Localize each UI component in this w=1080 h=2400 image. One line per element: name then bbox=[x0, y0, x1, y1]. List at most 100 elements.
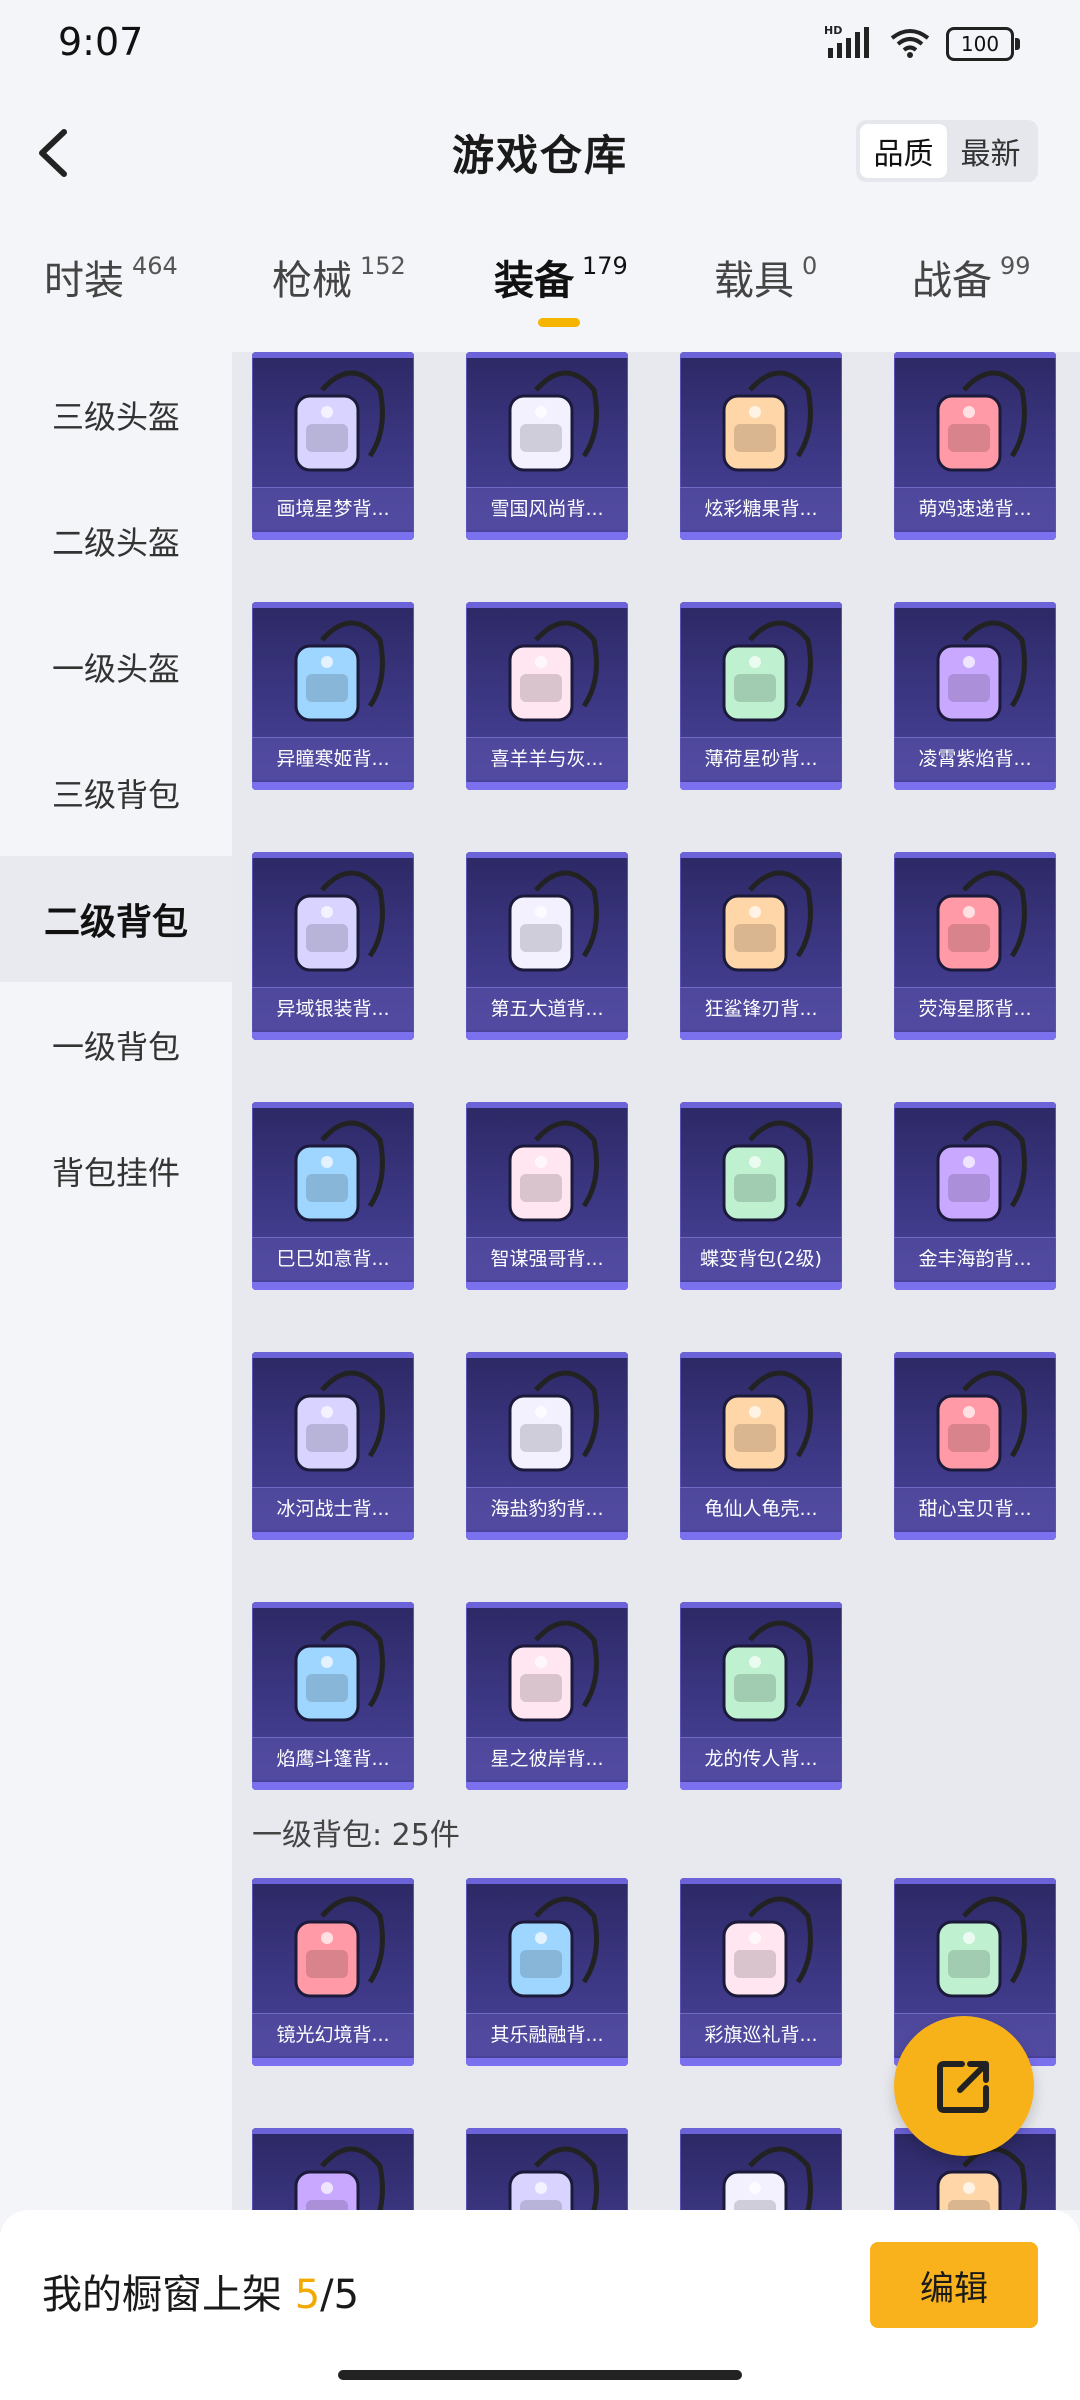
share-button[interactable] bbox=[894, 2016, 1034, 2156]
item-card[interactable]: 巳巳如意背... bbox=[252, 1102, 414, 1290]
item-name: 荧海星豚背... bbox=[894, 987, 1056, 1030]
backpack-icon bbox=[680, 1886, 842, 2014]
tab-battle-gear[interactable]: 战备 99 bbox=[912, 248, 1031, 306]
item-card[interactable]: 海盐豹豹背... bbox=[466, 1352, 628, 1540]
item-card[interactable]: 雪国风尚背... bbox=[466, 352, 628, 540]
item-name: 镜光幻境背... bbox=[252, 2013, 414, 2056]
item-card[interactable]: 其乐融融背... bbox=[466, 1878, 628, 2066]
item-card[interactable]: 镜光幻境背... bbox=[252, 1878, 414, 2066]
tab-count: 99 bbox=[1000, 252, 1031, 280]
backpack-icon bbox=[680, 860, 842, 988]
backpack-icon bbox=[252, 610, 414, 738]
tab-vehicles[interactable]: 载具 0 bbox=[714, 248, 817, 306]
item-card[interactable]: 冰河战士背... bbox=[252, 1352, 414, 1540]
item-name: 异瞳寒姬背... bbox=[252, 737, 414, 780]
item-card[interactable]: 第五大道背... bbox=[466, 852, 628, 1040]
backpack-icon bbox=[252, 1110, 414, 1238]
item-card[interactable]: 薄荷星砂背... bbox=[680, 602, 842, 790]
tab-count: 179 bbox=[582, 252, 628, 280]
item-card[interactable] bbox=[680, 2128, 842, 2210]
item-card[interactable]: 炫彩糖果背... bbox=[680, 352, 842, 540]
item-name: 彩旗巡礼背... bbox=[680, 2013, 842, 2056]
item-name: 凌霄紫焰背... bbox=[894, 737, 1056, 780]
item-card[interactable]: 萌鸡速递背... bbox=[894, 352, 1056, 540]
item-card[interactable]: 蝶变背包(2级) bbox=[680, 1102, 842, 1290]
sidebar-item-backpack-lv2[interactable]: 二级背包 bbox=[0, 856, 232, 982]
item-card[interactable]: 龟仙人龟壳... bbox=[680, 1352, 842, 1540]
item-name: 焰鹰斗篷背... bbox=[252, 1737, 414, 1780]
item-card[interactable]: 甜心宝贝背... bbox=[894, 1352, 1056, 1540]
item-name: 巳巳如意背... bbox=[252, 1237, 414, 1280]
svg-text:HD: HD bbox=[824, 24, 842, 37]
backpack-icon bbox=[252, 1360, 414, 1488]
showcase-current-count: 5 bbox=[294, 2272, 321, 2318]
sidebar-item-backpack-lv1[interactable]: 一级背包 bbox=[0, 982, 232, 1108]
tab-fashion[interactable]: 时装 464 bbox=[44, 248, 178, 306]
sidebar-item-backpack-lv3[interactable]: 三级背包 bbox=[0, 730, 232, 856]
tab-label: 装备 bbox=[494, 258, 574, 304]
item-card[interactable]: 智谋强哥背... bbox=[466, 1102, 628, 1290]
battery-icon: 100 bbox=[946, 27, 1020, 61]
tab-count: 0 bbox=[802, 252, 818, 280]
showcase-total: /5 bbox=[320, 2272, 360, 2318]
active-tab-indicator bbox=[538, 318, 580, 327]
backpack-icon bbox=[680, 2136, 842, 2210]
tab-label: 枪械 bbox=[272, 258, 352, 304]
item-name: 星之彼岸背... bbox=[466, 1737, 628, 1780]
sidebar-item-helmet-lv1[interactable]: 一级头盔 bbox=[0, 604, 232, 730]
backpack-icon bbox=[466, 2136, 628, 2210]
sidebar-item-helmet-lv2[interactable]: 二级头盔 bbox=[0, 478, 232, 604]
backpack-icon bbox=[466, 1110, 628, 1238]
item-card[interactable]: 喜羊羊与灰... bbox=[466, 602, 628, 790]
edit-button[interactable]: 编辑 bbox=[870, 2242, 1038, 2328]
item-card[interactable]: 画境星梦背... bbox=[252, 352, 414, 540]
item-card[interactable] bbox=[252, 2128, 414, 2210]
item-card[interactable]: 彩旗巡礼背... bbox=[680, 1878, 842, 2066]
item-name: 萌鸡速递背... bbox=[894, 487, 1056, 530]
home-indicator[interactable] bbox=[338, 2370, 742, 2380]
item-card[interactable]: 焰鹰斗篷背... bbox=[252, 1602, 414, 1790]
item-card[interactable]: 异域银装背... bbox=[252, 852, 414, 1040]
item-name: 画境星梦背... bbox=[252, 487, 414, 530]
item-name: 狂鲨锋刃背... bbox=[680, 987, 842, 1030]
sidebar-item-backpack-charm[interactable]: 背包挂件 bbox=[0, 1108, 232, 1234]
tab-label: 时装 bbox=[44, 258, 124, 304]
sort-quality-button[interactable]: 品质 bbox=[860, 124, 947, 178]
backpack-icon bbox=[894, 860, 1056, 988]
backpack-icon bbox=[252, 1610, 414, 1738]
item-card[interactable]: 星之彼岸背... bbox=[466, 1602, 628, 1790]
item-name: 海盐豹豹背... bbox=[466, 1487, 628, 1530]
item-card[interactable]: 凌霄紫焰背... bbox=[894, 602, 1056, 790]
tab-firearms[interactable]: 枪械 152 bbox=[272, 248, 406, 306]
item-name: 龙的传人背... bbox=[680, 1737, 842, 1780]
backpack-icon bbox=[680, 610, 842, 738]
backpack-icon bbox=[894, 360, 1056, 488]
backpack-icon bbox=[466, 1360, 628, 1488]
backpack-icon bbox=[894, 610, 1056, 738]
sort-newest-button[interactable]: 最新 bbox=[947, 124, 1034, 178]
item-name: 薄荷星砂背... bbox=[680, 737, 842, 780]
item-card[interactable]: 龙的传人背... bbox=[680, 1602, 842, 1790]
tab-equipment[interactable]: 装备 179 bbox=[494, 248, 628, 306]
item-name: 智谋强哥背... bbox=[466, 1237, 628, 1280]
backpack-icon bbox=[680, 1110, 842, 1238]
backpack-icon bbox=[466, 1610, 628, 1738]
item-card[interactable]: 狂鲨锋刃背... bbox=[680, 852, 842, 1040]
tab-label: 战备 bbox=[912, 258, 992, 304]
header: 游戏仓库 品质 最新 bbox=[0, 100, 1080, 200]
item-name: 其乐融融背... bbox=[466, 2013, 628, 2056]
sidebar-item-helmet-lv3[interactable]: 三级头盔 bbox=[0, 352, 232, 478]
backpack-icon bbox=[680, 360, 842, 488]
showcase-label: 我的橱窗上架 bbox=[42, 2272, 295, 2318]
item-card[interactable]: 异瞳寒姬背... bbox=[252, 602, 414, 790]
status-bar: 9:07 HD 100 bbox=[0, 0, 1080, 90]
item-card[interactable] bbox=[466, 2128, 628, 2210]
bottom-bar: 我的橱窗上架 5/5 编辑 bbox=[0, 2210, 1080, 2400]
status-icons: HD 100 bbox=[824, 24, 1020, 64]
item-name: 第五大道背... bbox=[466, 987, 628, 1030]
share-icon bbox=[937, 2061, 989, 2113]
backpack-icon bbox=[252, 2136, 414, 2210]
item-card[interactable]: 荧海星豚背... bbox=[894, 852, 1056, 1040]
tab-label: 载具 bbox=[714, 258, 794, 304]
item-card[interactable]: 金丰海韵背... bbox=[894, 1102, 1056, 1290]
